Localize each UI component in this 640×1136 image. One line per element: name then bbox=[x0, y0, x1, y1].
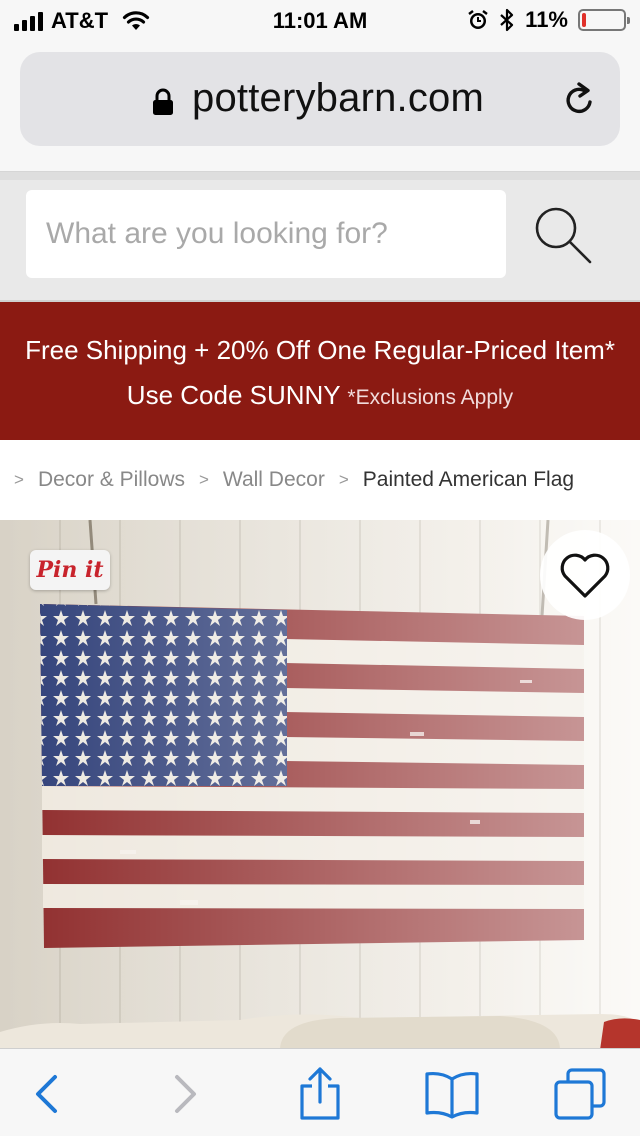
product-image[interactable]: Pin it bbox=[0, 520, 640, 1050]
bookmarks-button[interactable] bbox=[422, 1067, 482, 1121]
promo-exclusions-note: *Exclusions Apply bbox=[347, 386, 514, 409]
search-icon[interactable] bbox=[530, 202, 596, 268]
bluetooth-icon bbox=[500, 8, 514, 32]
status-right: 11% bbox=[467, 7, 630, 33]
share-button[interactable] bbox=[290, 1067, 350, 1121]
promo-headline: Free Shipping + 20% Off One Regular-Pric… bbox=[25, 335, 615, 365]
promo-code-line: Use Code SUNNY *Exclusions Apply bbox=[0, 380, 640, 411]
breadcrumb-separator: > bbox=[198, 470, 209, 489]
browser-toolbar bbox=[0, 1048, 640, 1136]
reload-icon[interactable] bbox=[562, 80, 598, 120]
breadcrumb-item-wall-decor[interactable]: Wall Decor bbox=[223, 468, 325, 492]
breadcrumb-separator: > bbox=[338, 470, 349, 489]
forward-button[interactable] bbox=[156, 1067, 216, 1121]
promo-banner[interactable]: Free Shipping + 20% Off One Regular-Pric… bbox=[0, 302, 640, 440]
site-search-bar bbox=[0, 172, 640, 302]
breadcrumb: > Decor & Pillows > Wall Decor > Painted… bbox=[0, 440, 640, 520]
back-icon bbox=[36, 1075, 57, 1113]
flag-artwork-image bbox=[0, 520, 640, 1050]
breadcrumb-separator: > bbox=[14, 470, 24, 489]
search-input[interactable] bbox=[26, 190, 506, 278]
heart-icon bbox=[560, 553, 610, 598]
pin-it-button[interactable]: Pin it bbox=[30, 550, 110, 590]
forward-icon bbox=[175, 1075, 196, 1113]
battery-level-fill bbox=[582, 13, 586, 27]
status-bar: AT&T 11:01 AM 11% bbox=[0, 0, 640, 40]
breadcrumb-item-decor-pillows[interactable]: Decor & Pillows bbox=[38, 468, 185, 492]
address-bar[interactable]: potterybarn.com bbox=[20, 52, 620, 146]
promo-code-text: Use Code SUNNY bbox=[126, 380, 341, 410]
favorite-button[interactable] bbox=[540, 530, 630, 620]
bookmarks-icon bbox=[425, 1071, 479, 1119]
tabs-icon bbox=[554, 1068, 606, 1120]
browser-address-area: potterybarn.com bbox=[0, 40, 640, 172]
url-text: potterybarn.com bbox=[192, 76, 485, 120]
share-icon bbox=[300, 1067, 340, 1120]
back-button[interactable] bbox=[16, 1067, 76, 1121]
battery-percent: 11% bbox=[525, 7, 568, 32]
alarm-icon bbox=[468, 10, 488, 29]
battery-icon bbox=[578, 9, 630, 31]
breadcrumb-current-page: Painted American Flag bbox=[362, 468, 575, 491]
lock-icon bbox=[153, 88, 173, 115]
tabs-button[interactable] bbox=[550, 1067, 610, 1121]
